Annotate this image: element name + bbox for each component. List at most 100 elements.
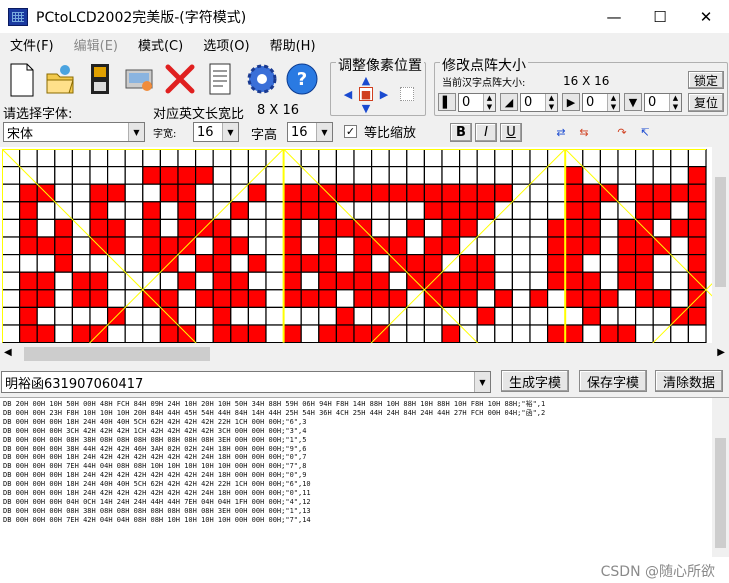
- pixel-on[interactable]: [142, 218, 162, 238]
- pixel-off[interactable]: [335, 236, 355, 256]
- pixel-on[interactable]: [599, 289, 619, 309]
- pixel-on[interactable]: [459, 253, 478, 273]
- pixel-on[interactable]: [441, 271, 461, 291]
- pixel-on[interactable]: [159, 236, 179, 256]
- pixel-off[interactable]: [406, 306, 425, 326]
- pixel-on[interactable]: [670, 183, 689, 203]
- pixel-off[interactable]: [300, 306, 320, 326]
- pixel-off[interactable]: [529, 149, 549, 168]
- pixel-off[interactable]: [177, 253, 197, 273]
- pixel-off[interactable]: [124, 149, 144, 168]
- pixel-on[interactable]: [652, 201, 672, 220]
- pixel-on[interactable]: [406, 253, 425, 273]
- help-icon[interactable]: ?: [284, 59, 320, 99]
- pixel-on[interactable]: [195, 289, 214, 309]
- pixel-off[interactable]: [335, 253, 355, 273]
- pixel-on[interactable]: [283, 289, 302, 309]
- pixel-off[interactable]: [652, 166, 672, 185]
- pixel-on[interactable]: [300, 201, 320, 220]
- move-right-icon[interactable]: ▶: [377, 87, 391, 101]
- pixel-on[interactable]: [687, 166, 707, 185]
- pixel-on[interactable]: [617, 271, 637, 291]
- pixel-off[interactable]: [546, 289, 566, 309]
- pixel-off[interactable]: [494, 149, 513, 168]
- pixel-off[interactable]: [300, 218, 320, 238]
- pixel-off[interactable]: [177, 306, 197, 326]
- pixel-on[interactable]: [476, 183, 496, 203]
- pixel-off[interactable]: [617, 183, 637, 203]
- pixel-off[interactable]: [89, 149, 109, 168]
- pixel-off[interactable]: [511, 306, 531, 326]
- pixel-off[interactable]: [265, 236, 285, 256]
- pixel-on[interactable]: [582, 236, 601, 256]
- pixel-off[interactable]: [2, 271, 21, 291]
- pixel-off[interactable]: [476, 289, 496, 309]
- pixel-off[interactable]: [599, 253, 619, 273]
- pixel-on[interactable]: [564, 183, 584, 203]
- pixel-off[interactable]: [564, 306, 584, 326]
- pixel-off[interactable]: [423, 324, 443, 343]
- pixel-on[interactable]: [582, 289, 601, 309]
- pixel-off[interactable]: [318, 166, 337, 185]
- pixel-off[interactable]: [670, 289, 689, 309]
- pixel-on[interactable]: [71, 271, 91, 291]
- lock-button[interactable]: 锁定: [688, 71, 724, 89]
- pixel-on[interactable]: [177, 183, 197, 203]
- pixel-off[interactable]: [2, 289, 21, 309]
- pixel-on[interactable]: [564, 289, 584, 309]
- pixel-off[interactable]: [71, 201, 91, 220]
- pixel-off[interactable]: [634, 306, 654, 326]
- pixel-off[interactable]: [195, 149, 214, 168]
- pixel-on[interactable]: [459, 201, 478, 220]
- pixel-off[interactable]: [195, 271, 214, 291]
- pixel-on[interactable]: [546, 236, 566, 256]
- pixel-on[interactable]: [142, 201, 162, 220]
- pixel-off[interactable]: [529, 324, 549, 343]
- pixel-off[interactable]: [106, 149, 126, 168]
- pixel-off[interactable]: [300, 271, 320, 291]
- pixel-on[interactable]: [300, 253, 320, 273]
- pixel-on[interactable]: [177, 218, 197, 238]
- pixel-off[interactable]: [54, 183, 73, 203]
- pixel-on[interactable]: [687, 253, 707, 273]
- grid-horizontal-scrollbar[interactable]: ◀ ▶: [0, 343, 729, 367]
- open-folder-icon[interactable]: [42, 59, 78, 99]
- pixel-off[interactable]: [335, 149, 355, 168]
- pixel-on[interactable]: [634, 271, 654, 291]
- pixel-on[interactable]: [634, 183, 654, 203]
- pixel-off[interactable]: [634, 149, 654, 168]
- pixel-off[interactable]: [265, 289, 285, 309]
- pixel-off[interactable]: [459, 306, 478, 326]
- pixel-on[interactable]: [247, 324, 267, 343]
- pixel-off[interactable]: [546, 183, 566, 203]
- pixel-on[interactable]: [388, 289, 408, 309]
- box-select-icon[interactable]: [400, 87, 414, 101]
- pixel-off[interactable]: [265, 218, 285, 238]
- pixel-off[interactable]: [177, 289, 197, 309]
- pixel-on[interactable]: [300, 289, 320, 309]
- pixel-on[interactable]: [634, 236, 654, 256]
- pixel-off[interactable]: [546, 201, 566, 220]
- pixel-off[interactable]: [371, 201, 390, 220]
- pixel-off[interactable]: [617, 149, 637, 168]
- pixel-off[interactable]: [106, 166, 126, 185]
- pixel-on[interactable]: [652, 183, 672, 203]
- pixel-on[interactable]: [476, 271, 496, 291]
- pixel-off[interactable]: [283, 306, 302, 326]
- pixel-off[interactable]: [353, 149, 373, 168]
- pixel-on[interactable]: [335, 271, 355, 291]
- pixel-on[interactable]: [54, 236, 73, 256]
- pixel-on[interactable]: [318, 218, 337, 238]
- pixel-off[interactable]: [195, 236, 214, 256]
- pixel-on[interactable]: [177, 166, 197, 185]
- pixel-off[interactable]: [687, 324, 707, 343]
- pixel-on[interactable]: [423, 253, 443, 273]
- pixel-off[interactable]: [212, 149, 232, 168]
- pixel-on[interactable]: [54, 218, 73, 238]
- pixel-off[interactable]: [546, 166, 566, 185]
- pixel-off[interactable]: [371, 166, 390, 185]
- gear-icon[interactable]: [244, 59, 280, 99]
- output-code[interactable]: DB 20H 00H 10H 50H 00H 48H FCH 84H 09H 2…: [3, 400, 703, 550]
- pixel-on[interactable]: [546, 218, 566, 238]
- pixel-off[interactable]: [54, 289, 73, 309]
